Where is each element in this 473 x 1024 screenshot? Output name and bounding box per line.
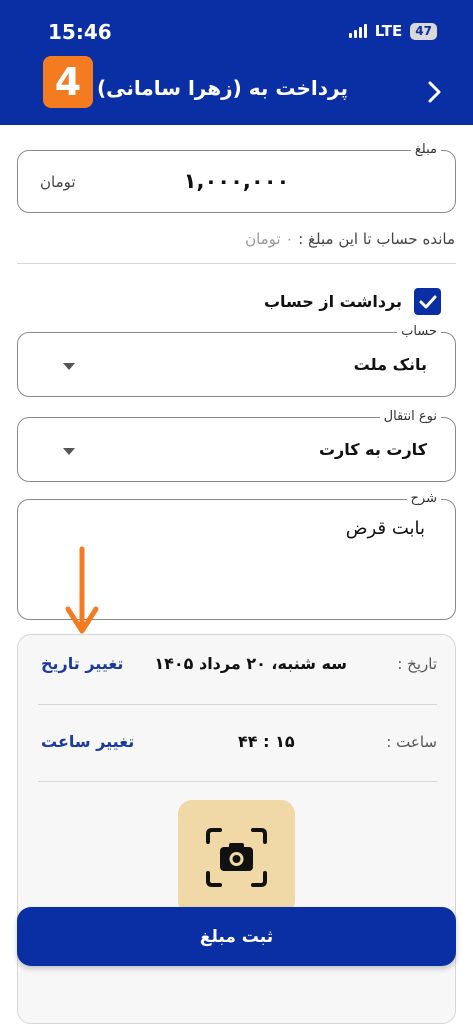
change-date-button[interactable]: تغییر تاریخ [41, 654, 123, 673]
time-label: ساعت : [386, 733, 437, 751]
battery-icon: 47 [410, 22, 437, 40]
currency-label: تومان [40, 173, 76, 191]
app-header: 15:46 LTE 47 4 پرداخت به (زهرا سامانی) [0, 0, 473, 125]
caret-down-icon [63, 363, 75, 370]
balance-label: مانده حساب تا این مبلغ : [298, 230, 455, 248]
account-value: بانک ملت [353, 355, 427, 374]
amount-value: ۱,۰۰۰,۰۰۰ [183, 169, 290, 193]
withdraw-checkbox-row[interactable]: برداشت از حساب [264, 288, 441, 315]
checkmark-icon [419, 295, 436, 308]
amount-legend: مبلغ [410, 141, 441, 159]
description-value: بابت قرض [345, 518, 425, 539]
signal-icon [348, 24, 367, 38]
withdraw-checkbox[interactable] [414, 288, 441, 315]
status-indicators: LTE 47 [348, 22, 437, 40]
change-time-button[interactable]: تغییر ساعت [41, 732, 134, 751]
camera-scan-icon [206, 828, 267, 887]
time-value: ۱۵ : ۴۴ [238, 732, 295, 751]
caret-down-icon [63, 448, 75, 455]
app-logo-badge: 4 [43, 56, 93, 108]
status-time: 15:46 [48, 20, 112, 44]
transfer-value: کارت به کارت [318, 440, 427, 459]
transfer-type-select[interactable]: نوع انتقال کارت به کارت [17, 408, 456, 482]
description-legend: شرح [406, 490, 441, 508]
divider [38, 704, 437, 705]
balance-text: مانده حساب تا این مبلغ : ۰ تومان [245, 230, 455, 248]
divider [38, 781, 437, 782]
date-label: تاریخ : [397, 655, 437, 673]
submit-button[interactable]: ثبت مبلغ [17, 907, 456, 966]
network-type: LTE [374, 22, 403, 40]
arrow-down-icon [65, 546, 99, 634]
transfer-legend: نوع انتقال [379, 408, 441, 426]
divider [17, 263, 456, 264]
camera-button[interactable] [178, 800, 295, 915]
withdraw-label: برداشت از حساب [263, 292, 402, 311]
balance-value: ۰ تومان [245, 230, 294, 248]
account-legend: حساب [397, 323, 441, 341]
amount-field[interactable]: مبلغ ۱,۰۰۰,۰۰۰ تومان [17, 141, 456, 213]
page-title: پرداخت به (زهرا سامانی) [97, 76, 348, 100]
chevron-right-icon[interactable] [423, 78, 447, 106]
date-value: سه شنبه، ۲۰ مرداد ۱۴۰۵ [154, 654, 347, 673]
account-select[interactable]: حساب بانک ملت [17, 323, 456, 397]
